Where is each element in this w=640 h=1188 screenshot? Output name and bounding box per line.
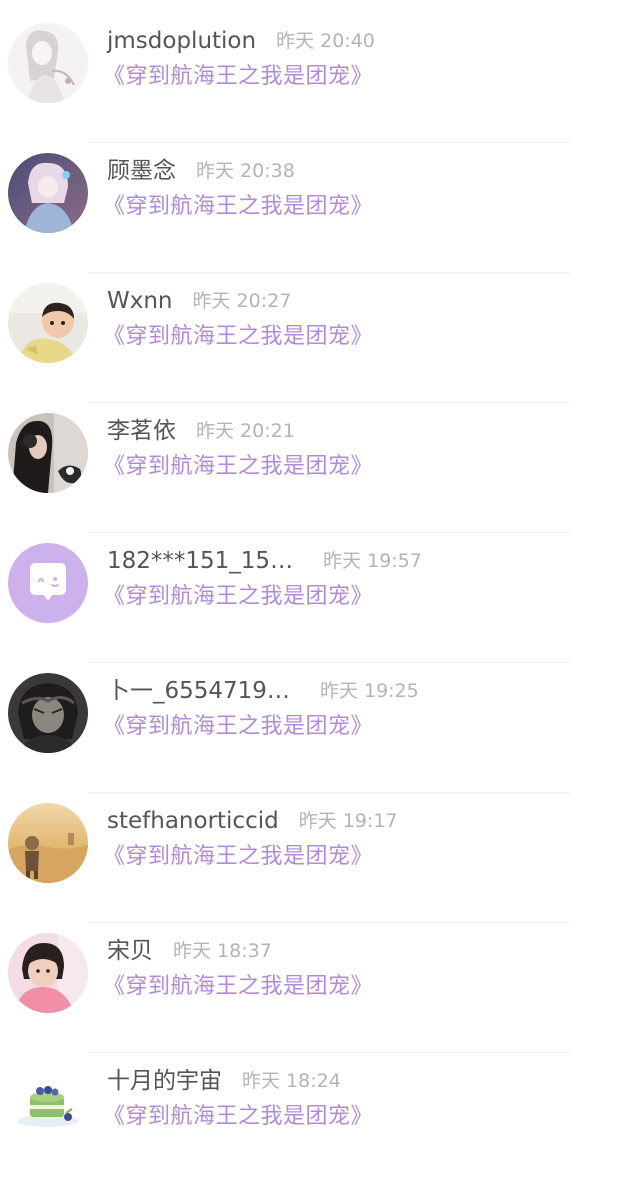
book-title-link[interactable]: 《穿到航海王之我是团宠》	[103, 582, 373, 612]
desert-astronaut-avatar-icon	[8, 803, 88, 883]
pink-child-avatar-icon	[8, 933, 88, 1013]
dark-anime-avatar-icon	[8, 673, 88, 753]
username[interactable]: 李茗依	[107, 416, 176, 446]
timestamp: 昨天 20:40	[276, 30, 375, 52]
divider	[88, 142, 570, 143]
list-item[interactable]: 李茗依 昨天 20:21 《穿到航海王之我是团宠》	[0, 408, 640, 538]
matcha-cake-avatar-icon	[8, 1063, 88, 1143]
book-title-link[interactable]: 《穿到航海王之我是团宠》	[103, 972, 373, 1002]
avatar[interactable]	[8, 803, 88, 883]
list-item[interactable]: stefhanorticcid 昨天 19:17 《穿到航海王之我是团宠》	[0, 798, 640, 928]
timestamp: 昨天 20:21	[196, 420, 295, 442]
baby-avatar-icon	[8, 283, 88, 363]
username[interactable]: 十月的宇宙	[107, 1066, 222, 1096]
timestamp: 昨天 19:57	[323, 550, 422, 572]
list-item[interactable]: 卜一_6554719… 昨天 19:25 《穿到航海王之我是团宠》	[0, 668, 640, 798]
book-title-link[interactable]: 《穿到航海王之我是团宠》	[103, 1102, 373, 1132]
girl-headphones-avatar-icon	[8, 413, 88, 493]
timestamp: 昨天 19:17	[298, 810, 398, 832]
username[interactable]: Wxnn	[107, 286, 173, 316]
username[interactable]: 182***151_15…	[107, 546, 293, 576]
list-item[interactable]: 宋贝 昨天 18:37 《穿到航海王之我是团宠》	[0, 928, 640, 1058]
divider	[88, 532, 570, 533]
list-item[interactable]: 十月的宇宙 昨天 18:24 《穿到航海王之我是团宠》	[0, 1058, 640, 1188]
avatar[interactable]	[8, 933, 88, 1013]
avatar[interactable]	[8, 153, 88, 233]
divider	[88, 1052, 570, 1053]
book-title-link[interactable]: 《穿到航海王之我是团宠》	[103, 842, 373, 872]
username[interactable]: 卜一_6554719…	[107, 676, 290, 706]
divider	[88, 662, 570, 663]
comment-list: jmsdoplution 昨天 20:40 《穿到航海王之我是团宠》 顾墨念 昨…	[0, 0, 640, 1154]
timestamp: 昨天 20:38	[196, 160, 295, 182]
avatar[interactable]	[8, 413, 88, 493]
book-title-link[interactable]: 《穿到航海王之我是团宠》	[103, 452, 373, 482]
list-item[interactable]: 顾墨念 昨天 20:38 《穿到航海王之我是团宠》	[0, 148, 640, 278]
avatar[interactable]	[8, 1063, 88, 1143]
default-chat-avatar-icon	[8, 543, 88, 623]
list-item[interactable]: Wxnn 昨天 20:27 《穿到航海王之我是团宠》	[0, 278, 640, 408]
timestamp: 昨天 18:37	[173, 940, 272, 962]
book-title-link[interactable]: 《穿到航海王之我是团宠》	[103, 322, 373, 352]
timestamp: 昨天 20:27	[192, 290, 292, 312]
avatar[interactable]	[8, 673, 88, 753]
avatar[interactable]	[8, 543, 88, 623]
avatar[interactable]	[8, 23, 88, 103]
book-title-link[interactable]: 《穿到航海王之我是团宠》	[103, 712, 373, 742]
divider	[88, 272, 570, 273]
book-title-link[interactable]: 《穿到航海王之我是团宠》	[103, 192, 373, 222]
list-item[interactable]: 182***151_15… 昨天 19:57 《穿到航海王之我是团宠》	[0, 538, 640, 668]
list-item[interactable]: jmsdoplution 昨天 20:40 《穿到航海王之我是团宠》	[0, 18, 640, 148]
avatar[interactable]	[8, 283, 88, 363]
anime-girl-avatar-icon	[8, 153, 88, 233]
book-title-link[interactable]: 《穿到航海王之我是团宠》	[103, 62, 373, 92]
username[interactable]: stefhanorticcid	[107, 806, 279, 836]
divider	[88, 922, 570, 923]
sketch-girl-avatar-icon	[8, 23, 88, 103]
username[interactable]: jmsdoplution	[107, 26, 256, 56]
username[interactable]: 顾墨念	[107, 156, 176, 186]
divider	[88, 402, 570, 403]
divider	[88, 792, 570, 793]
username[interactable]: 宋贝	[107, 936, 153, 966]
timestamp: 昨天 18:24	[242, 1070, 341, 1092]
timestamp: 昨天 19:25	[319, 680, 419, 702]
